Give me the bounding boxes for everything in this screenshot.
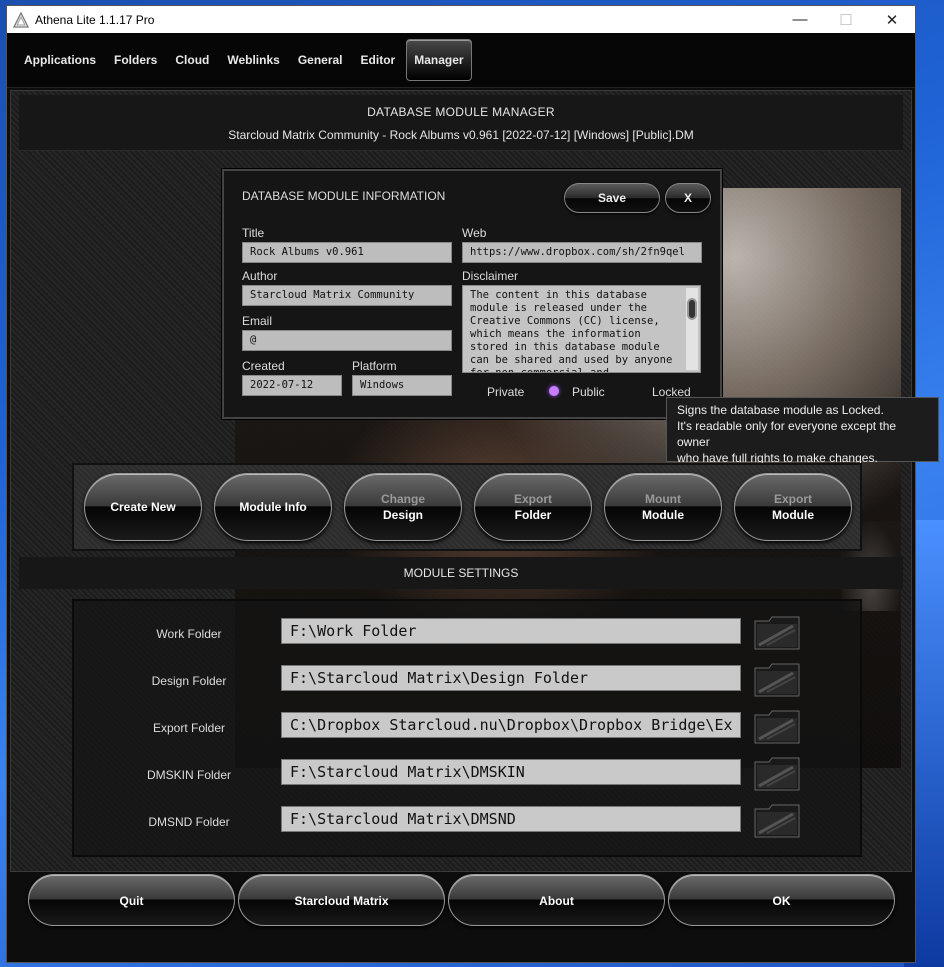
- minimize-button[interactable]: —: [777, 6, 823, 33]
- title-field[interactable]: Rock Albums v0.961: [242, 242, 452, 263]
- created-field[interactable]: 2022-07-12: [242, 375, 342, 396]
- menu-cloud[interactable]: Cloud: [168, 39, 216, 81]
- radio-selected-icon[interactable]: [549, 386, 559, 396]
- main-menu: Applications Folders Cloud Weblinks Gene…: [7, 33, 915, 88]
- button-label-top: Export: [773, 492, 812, 506]
- menu-weblinks[interactable]: Weblinks: [220, 39, 286, 81]
- dmskin-folder-input[interactable]: F:\Starcloud Matrix\DMSKIN: [281, 759, 741, 785]
- scrollbar-thumb[interactable]: [687, 298, 697, 320]
- mount-module-button[interactable]: Mount Module: [604, 473, 722, 541]
- created-label: Created: [242, 359, 285, 373]
- folder-browse-icon[interactable]: [753, 615, 801, 651]
- export-folder-input[interactable]: C:\Dropbox Starcloud.nu\Dropbox\Dropbox …: [281, 712, 741, 738]
- work-folder-label: Work Folder: [156, 627, 222, 641]
- author-label: Author: [242, 269, 278, 283]
- button-label-top: Change: [380, 492, 425, 506]
- disclaimer-label: Disclaimer: [462, 269, 519, 283]
- tooltip-line-1: Signs the database module as Locked.: [677, 403, 884, 417]
- work-folder-input[interactable]: F:\Work Folder: [281, 618, 741, 644]
- author-field[interactable]: Starcloud Matrix Community: [242, 285, 452, 306]
- disclaimer-textarea[interactable]: The content in this database module is r…: [462, 285, 701, 373]
- dmskin-folder-label: DMSKIN Folder: [146, 768, 232, 782]
- platform-field[interactable]: Windows: [352, 375, 452, 396]
- design-folder-input[interactable]: F:\Starcloud Matrix\Design Folder: [281, 665, 741, 691]
- ok-button[interactable]: OK: [668, 874, 895, 926]
- folder-browse-icon[interactable]: [753, 662, 801, 698]
- folder-browse-icon[interactable]: [753, 803, 801, 839]
- export-folder-row: Export Folder C:\Dropbox Starcloud.nu\Dr…: [74, 709, 864, 749]
- change-design-button[interactable]: Change Design: [344, 473, 462, 541]
- quit-button[interactable]: Quit: [28, 874, 235, 926]
- folder-browse-icon[interactable]: [753, 756, 801, 792]
- dmsnd-folder-input[interactable]: F:\Starcloud Matrix\DMSND: [281, 806, 741, 832]
- app-logo-icon: [13, 11, 29, 28]
- private-option[interactable]: Private: [487, 385, 524, 399]
- app-window: Athena Lite 1.1.17 Pro — ☐ ✕ Application…: [6, 5, 939, 963]
- module-info-dialog: DATABASE MODULE INFORMATION Save X Title…: [222, 169, 722, 419]
- create-new-button[interactable]: Create New: [84, 473, 202, 541]
- close-dialog-button[interactable]: X: [665, 183, 711, 213]
- window-title: Athena Lite 1.1.17 Pro: [35, 12, 155, 27]
- maximize-button[interactable]: ☐: [823, 6, 869, 33]
- dialog-title: DATABASE MODULE INFORMATION: [242, 189, 446, 203]
- menu-folders[interactable]: Folders: [107, 39, 164, 81]
- page-title: DATABASE MODULE MANAGER: [367, 105, 555, 119]
- menu-applications[interactable]: Applications: [17, 39, 103, 81]
- title-bar: Athena Lite 1.1.17 Pro — ☐ ✕: [7, 6, 915, 33]
- about-button[interactable]: About: [448, 874, 665, 926]
- module-info-button[interactable]: Module Info: [214, 473, 332, 541]
- button-label-bottom: Module: [642, 508, 684, 522]
- locked-tooltip: Signs the database module as Locked. It'…: [666, 397, 939, 465]
- dmsnd-folder-row: DMSND Folder F:\Starcloud Matrix\DMSND: [74, 803, 864, 843]
- action-bar: Create New Module Info Change Design Exp…: [72, 463, 862, 551]
- button-label-bottom: Design: [382, 508, 423, 522]
- panel-header: DATABASE MODULE MANAGER Starcloud Matrix…: [19, 95, 903, 151]
- save-button[interactable]: Save: [564, 183, 660, 213]
- export-module-button[interactable]: Export Module: [734, 473, 852, 541]
- button-label-top: Export: [513, 492, 552, 506]
- design-folder-label: Design Folder: [151, 674, 227, 688]
- disclaimer-text: The content in this database module is r…: [470, 289, 673, 373]
- button-label-bottom: Folder: [514, 508, 552, 522]
- platform-label: Platform: [352, 359, 397, 373]
- disclaimer-scrollbar[interactable]: [686, 288, 698, 370]
- title-label: Title: [242, 226, 265, 240]
- button-label-top: Mount: [645, 492, 681, 506]
- button-label: Module Info: [239, 500, 307, 514]
- menu-editor[interactable]: Editor: [354, 39, 403, 81]
- web-label: Web: [462, 226, 487, 240]
- button-label-bottom: Module: [772, 508, 814, 522]
- web-field[interactable]: https://www.dropbox.com/sh/2fn9qel: [462, 242, 702, 263]
- export-folder-label: Export Folder: [152, 721, 226, 735]
- button-label: Create New: [110, 500, 176, 514]
- public-option[interactable]: Public: [572, 385, 605, 399]
- email-label: Email: [242, 314, 273, 328]
- manager-panel: DATABASE MODULE MANAGER Starcloud Matrix…: [10, 90, 939, 872]
- starcloud-matrix-button[interactable]: Starcloud Matrix: [238, 874, 445, 926]
- module-filename: Starcloud Matrix Community - Rock Albums…: [228, 128, 694, 142]
- module-settings-title: MODULE SETTINGS: [19, 557, 903, 589]
- menu-manager[interactable]: Manager: [406, 39, 472, 81]
- dmskin-folder-row: DMSKIN Folder F:\Starcloud Matrix\DMSKIN: [74, 756, 864, 796]
- folder-browse-icon[interactable]: [753, 709, 801, 745]
- menu-general[interactable]: General: [291, 39, 350, 81]
- tooltip-line-2: It's readable only for everyone except t…: [677, 419, 897, 449]
- work-folder-row: Work Folder F:\Work Folder: [74, 615, 864, 655]
- dmsnd-folder-label: DMSND Folder: [148, 815, 230, 829]
- email-field[interactable]: @: [242, 330, 452, 351]
- design-folder-row: Design Folder F:\Starcloud Matrix\Design…: [74, 662, 864, 702]
- close-window-button[interactable]: ✕: [869, 6, 915, 33]
- module-settings: Work Folder F:\Work Folder Design Folder…: [72, 599, 862, 857]
- export-folder-button[interactable]: Export Folder: [474, 473, 592, 541]
